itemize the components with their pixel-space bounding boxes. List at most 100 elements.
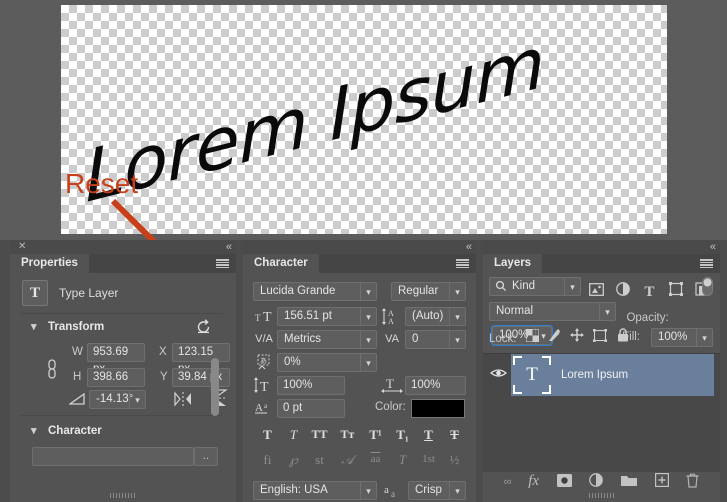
new-adjustment-layer-icon[interactable] [589,473,604,490]
chevron-down-icon[interactable]: ▾ [360,308,376,325]
lock-image-pixels-icon[interactable] [548,329,564,345]
link-layers-icon[interactable]: ∞ [504,476,512,488]
layer-kind-filter-select[interactable]: Kind ▾ [489,277,581,296]
new-layer-icon[interactable] [654,473,669,490]
lock-transparent-pixels-icon[interactable] [525,328,542,345]
canvas-area[interactable]: Lorem Ipsum Reset [0,0,727,303]
vertical-scale-icon: T [253,377,275,396]
horizontal-scale-input[interactable]: 100% [405,376,466,395]
discretionary-ligatures-button[interactable]: st [307,449,332,470]
tab-properties[interactable]: Properties [10,254,89,273]
document-canvas[interactable]: Lorem Ipsum [61,5,667,234]
panel-resize-grip[interactable] [588,493,615,498]
small-caps-button[interactable]: Tᴛ [335,424,360,445]
character-section-header[interactable]: ▾ Character [21,418,222,444]
font-size-icon: TT [253,308,275,327]
height-input[interactable]: 398.66 px [87,368,145,400]
kerning-select[interactable]: Metrics ▾ [277,330,377,349]
vertical-scale-percent-input[interactable]: 0% ▾ [277,353,377,372]
chevron-down-icon[interactable]: ▾ [360,331,376,348]
close-icon[interactable]: ✕ [18,241,26,253]
layer-thumbnail[interactable]: T [513,356,551,394]
new-group-icon[interactable] [620,474,637,489]
underline-button[interactable]: T [416,424,441,445]
artwork-text[interactable]: Lorem Ipsum [83,21,545,219]
language-select[interactable]: English: USA ▾ [253,481,377,500]
chevron-down-icon[interactable]: ▾ [449,331,465,348]
titling-alternates-button[interactable]: aa [363,449,388,470]
text-color-swatch[interactable] [411,399,465,418]
delete-layer-icon[interactable] [686,473,699,491]
properties-font-input[interactable] [32,447,194,466]
table-row[interactable]: T Lorem Ipsum [490,354,714,396]
baseline-shift-input[interactable]: 0 pt [277,399,345,418]
layer-mask-icon[interactable] [556,473,572,490]
vertical-scale-input[interactable]: 100% [277,376,345,395]
faux-italic-button[interactable]: T [281,424,306,445]
width-input[interactable]: 953.69 px [87,343,145,375]
y-input[interactable]: 39.84 px [172,368,230,387]
leading-input[interactable]: (Auto) ▾ [405,307,466,326]
flip-horizontal-icon[interactable] [173,390,193,413]
collapse-panel-icon[interactable]: « [710,240,716,254]
lock-artboard-nesting-icon[interactable] [593,329,610,345]
chevron-down-icon[interactable]: ▾ [129,391,145,408]
font-style-select[interactable]: Regular ▾ [391,282,466,301]
faux-bold-button[interactable]: T [255,424,280,445]
standard-ligatures-button[interactable]: fi [255,449,280,470]
ordinals-button[interactable]: 1st [416,449,441,470]
panel-menu-icon[interactable] [700,259,713,268]
tracking-input[interactable]: 0 ▾ [405,330,466,349]
layer-style-fx-icon[interactable]: fx [528,473,539,490]
font-family-select[interactable]: Lucida Grande ▾ [253,282,377,301]
panel-resize-grip[interactable] [110,493,136,498]
layer-name-label[interactable]: Lorem Ipsum [561,369,628,381]
chevron-down-icon[interactable]: ▾ [449,283,465,300]
layer-list[interactable]: T Lorem Ipsum [483,353,720,472]
baseline-shift-icon: Aa [253,400,275,419]
panel-menu-icon[interactable] [456,259,469,268]
chevron-down-icon[interactable]: ▾ [599,303,615,320]
tab-character[interactable]: Character [243,254,319,273]
collapse-panel-icon[interactable]: « [466,240,472,254]
blend-mode-select[interactable]: Normal ▾ [489,302,616,321]
collapse-panel-icon[interactable]: « [226,240,232,254]
angle-input[interactable]: -14.13° ▾ [89,390,146,409]
all-caps-button[interactable]: TT [307,424,332,445]
filter-toggle-switch[interactable] [702,277,713,301]
link-chain-icon[interactable] [45,358,59,385]
fill-input[interactable]: 100% ▾ [651,328,713,347]
tab-layers[interactable]: Layers [483,254,543,273]
panel-menu-icon[interactable] [216,259,229,268]
chevron-down-icon[interactable]: ▾ [31,314,37,340]
anti-alias-select[interactable]: Crisp ▾ [408,481,466,500]
character-panel: « Character Lucida Grande ▾ Regular ▾ T … [243,240,476,502]
chevron-down-icon[interactable]: ▾ [360,482,376,499]
font-style-value: Regular [398,285,439,297]
properties-scroll-region[interactable]: ▾ Transform W 953.69 X 123.15 H 398.66 Y… [21,313,230,486]
superscript-button[interactable]: T¹ [363,424,388,445]
properties-panel: ✕ « Properties T Type Layer ▾ Transform [10,240,236,502]
chevron-down-icon[interactable]: ▾ [31,418,37,444]
chevron-down-icon[interactable]: ▾ [360,283,376,300]
chevron-down-icon[interactable]: ▾ [696,329,712,346]
transform-section-header[interactable]: ▾ Transform [21,314,222,340]
font-size-input[interactable]: 156.51 pt ▾ [277,307,377,326]
swash-button[interactable]: 𝒜 [335,449,360,470]
lock-position-icon[interactable] [570,328,587,345]
chevron-down-icon[interactable]: ▾ [564,278,580,295]
properties-scrollbar[interactable] [211,358,219,416]
subscript-button[interactable]: T₁ [390,424,415,445]
chevron-down-icon[interactable]: ▾ [449,308,465,325]
x-input[interactable]: 123.15 px [172,343,230,375]
contextual-alternates-button[interactable]: ℘ [281,449,306,470]
stylistic-alternates-button[interactable]: T [390,449,415,470]
svg-text:a: a [391,489,395,499]
layer-visibility-eye-icon[interactable] [490,367,507,382]
fractions-button[interactable]: ½ [442,449,467,470]
chevron-down-icon[interactable]: ▾ [449,482,465,499]
photoshop-window: Lorem Ipsum Reset ✕ « Properties T Type … [0,0,727,502]
font-more-button[interactable]: .. [194,447,218,466]
chevron-down-icon[interactable]: ▾ [360,354,376,371]
strikethrough-button[interactable]: T [442,424,467,445]
